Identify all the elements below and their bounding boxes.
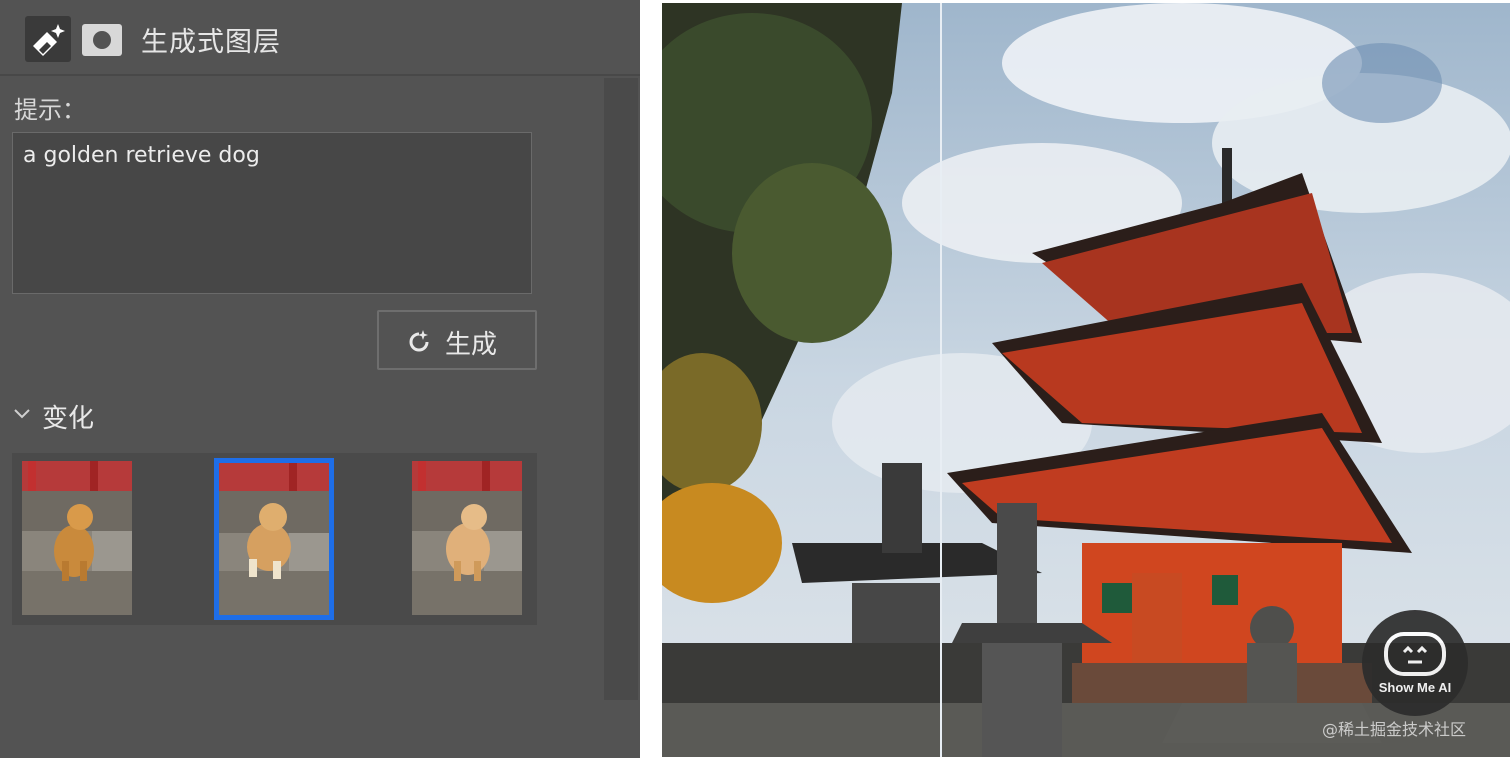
show-me-ai-badge: Show Me AI	[1362, 610, 1468, 716]
variation-thumbnail-1[interactable]	[22, 461, 132, 615]
scrollbar-track[interactable]	[604, 78, 638, 700]
variations-label: 变化	[42, 404, 95, 434]
generative-layer-panel: 生成式图层 提示： a golden retrieve dog 生成 变化	[0, 0, 640, 758]
variations-section-toggle[interactable]: 变化	[12, 398, 152, 434]
panel-header: 生成式图层	[0, 0, 640, 76]
panel-title: 生成式图层	[141, 27, 281, 58]
generative-layer-icon[interactable]	[25, 16, 71, 62]
robot-icon	[1384, 632, 1446, 676]
generate-label: 生成	[445, 330, 498, 360]
variation-image-3	[412, 461, 522, 615]
variation-thumbnail-3[interactable]	[412, 461, 522, 615]
prompt-text: a golden retrieve dog	[23, 143, 260, 168]
prompt-input[interactable]: a golden retrieve dog	[12, 132, 532, 294]
before-after-divider[interactable]	[940, 3, 942, 757]
prompt-label: 提示：	[14, 96, 86, 124]
variation-image-1	[22, 461, 132, 615]
variation-image-2	[219, 463, 329, 615]
layer-mask-icon[interactable]	[82, 24, 122, 56]
generate-button[interactable]: 生成	[377, 310, 537, 370]
badge-text: Show Me AI	[1378, 680, 1452, 695]
variation-thumbnail-2[interactable]	[214, 458, 334, 620]
regenerate-icon	[409, 330, 429, 352]
variations-strip	[12, 453, 537, 625]
chevron-down-icon	[14, 409, 30, 419]
watermark-text: @稀土掘金技术社区	[1322, 720, 1467, 739]
